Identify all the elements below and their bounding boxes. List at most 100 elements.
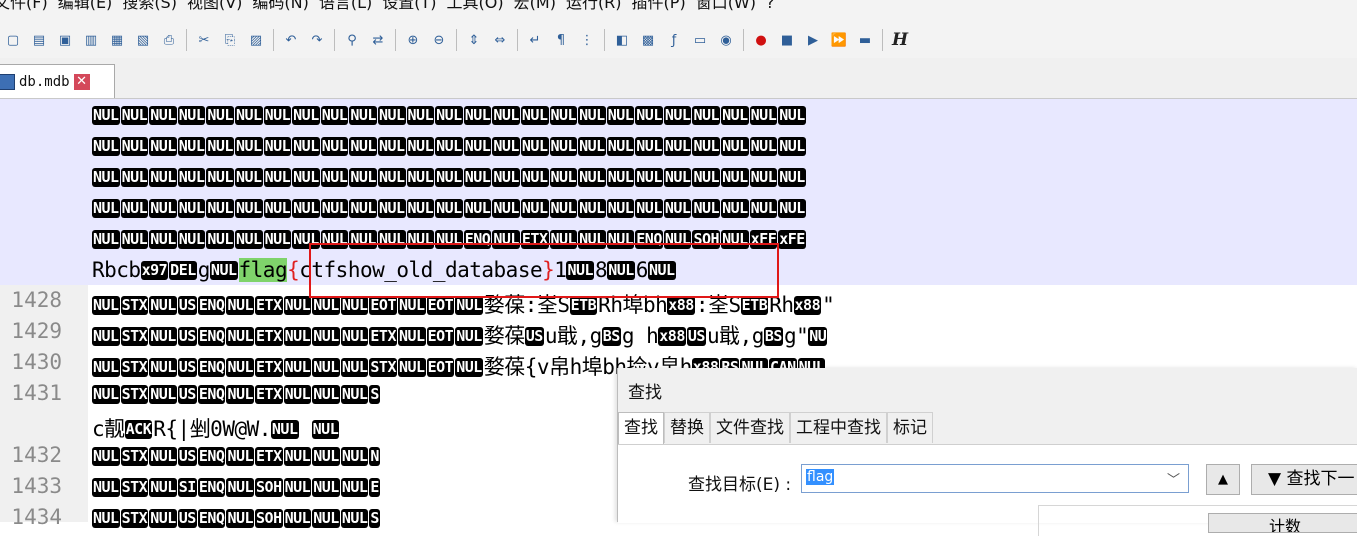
menu-item-12[interactable]: ? [766, 0, 785, 16]
control-char-badge: US [177, 358, 197, 377]
menu-item-8[interactable]: 宏(M) [514, 0, 566, 16]
save-macro-icon[interactable]: ▬ [855, 30, 875, 50]
control-char-badge: S [369, 385, 380, 404]
menu-item-7[interactable]: 工具(O) [447, 0, 514, 16]
line-text: :峑S [695, 293, 741, 317]
user-lang-icon[interactable]: ◧ [612, 30, 632, 50]
control-char-badge: NUL [177, 199, 206, 218]
control-char-badge: NUL [455, 296, 483, 315]
control-char-badge: ENQ [197, 385, 226, 404]
tab-db-mdb[interactable]: db.mdb ✕ [0, 64, 115, 98]
control-char-badge: NUL [312, 509, 340, 528]
find-tab-2[interactable]: 文件查找 [710, 412, 790, 443]
play-macro-icon[interactable]: ▶ [803, 30, 823, 50]
control-char-badge: NUL [92, 385, 120, 404]
control-char-badge: US [177, 327, 197, 346]
editor-line: NUL NUL NUL NUL NUL NUL NUL NUL NUL NUL NUL NUL NUL N… [0, 130, 1357, 161]
menu-item-6[interactable]: 设置(T) [382, 0, 446, 16]
line-content: NUL NUL NUL NUL NUL NUL NUL NUL NUL NUL NUL NUL NUL N… [92, 165, 807, 189]
toolbar: ▢ ▤ ▣ ▥ ▦ ▧ ⎙ ✂ ⎘ ▨ ↶ ↷ ⚲ ⇄ ⊕ ⊖ ⇕ ⇔ ↵ ¶ ⋮ ◧ ▩ ƒ ▭ ◉ ● ■ ▶ ⏩ ▬ H [0, 22, 1357, 58]
save-icon[interactable]: ▣ [55, 30, 75, 50]
sync-horizontal-icon[interactable]: ⇔ [490, 30, 510, 50]
zoom-out-icon[interactable]: ⊖ [429, 30, 449, 50]
control-char-badge: NUL [270, 420, 299, 439]
control-char-badge: NUL [778, 199, 806, 218]
control-char-badge: NUL [778, 168, 806, 187]
tab-close-icon[interactable]: ✕ [73, 73, 90, 90]
record-macro-icon[interactable]: ● [751, 30, 771, 50]
close-all-icon[interactable]: ▧ [133, 30, 153, 50]
stop-macro-icon[interactable]: ■ [777, 30, 797, 50]
word-wrap-icon[interactable]: ↵ [525, 30, 545, 50]
control-char-badge: NUL [377, 230, 406, 249]
control-char-badge: NUL [340, 509, 369, 528]
sync-vertical-icon[interactable]: ⇕ [464, 30, 484, 50]
menu-item-5[interactable]: 语言(L) [319, 0, 382, 16]
paste-icon[interactable]: ▨ [246, 30, 266, 50]
close-icon[interactable]: ▦ [107, 30, 127, 50]
menu-item-4[interactable]: 编码(N) [252, 0, 318, 16]
redo-icon[interactable]: ↷ [307, 30, 327, 50]
open-file-icon[interactable]: ▤ [29, 30, 49, 50]
control-char-badge: NUL [263, 230, 292, 249]
copy-icon[interactable]: ⎘ [220, 30, 240, 50]
doc-map-icon[interactable]: ▩ [638, 30, 658, 50]
control-char-badge: EOT [369, 296, 397, 315]
menu-item-0[interactable]: 文件(F) [0, 0, 58, 16]
find-tab-1[interactable]: 替换 [664, 412, 710, 443]
folder-workspace-icon[interactable]: ▭ [690, 30, 710, 50]
indent-guide-icon[interactable]: ⋮ [577, 30, 597, 50]
chevron-down-icon[interactable]: ﹀ [1167, 469, 1180, 488]
control-char-badge: NUL [566, 261, 595, 280]
function-list-icon[interactable]: ƒ [664, 30, 684, 50]
control-char-badge: NUL [349, 106, 377, 125]
undo-icon[interactable]: ↶ [281, 30, 301, 50]
menu-item-2[interactable]: 搜索(S) [122, 0, 187, 16]
monitoring-icon[interactable]: ◉ [716, 30, 736, 50]
cut-icon[interactable]: ✂ [194, 30, 214, 50]
control-char-badge: NUL [283, 385, 312, 404]
menu-item-11[interactable]: 窗口(W) [696, 0, 766, 16]
menu-item-10[interactable]: 插件(P) [632, 0, 696, 16]
find-tab-3[interactable]: 工程中查找 [790, 412, 887, 443]
find-tab-0[interactable]: 查找 [618, 412, 664, 444]
control-char-badge: STX [120, 358, 149, 377]
print-icon[interactable]: ⎙ [159, 30, 179, 50]
menu-item-3[interactable]: 视图(V) [187, 0, 252, 16]
line-text: u戢,g [706, 324, 764, 348]
control-char-badge: ETX [369, 327, 397, 346]
toolbar-separator [882, 29, 883, 51]
save-all-icon[interactable]: ▥ [81, 30, 101, 50]
control-char-badge: NUL [349, 168, 377, 187]
find-target-input[interactable]: flag ﹀ [801, 464, 1189, 493]
control-char-badge: NUL [149, 478, 177, 497]
find-tab-4[interactable]: 标记 [887, 412, 933, 443]
control-char-badge: ENQ [197, 327, 226, 346]
control-char-badge: NUL [263, 106, 292, 125]
find-next-button[interactable]: ▼ 查找下一 [1251, 464, 1357, 495]
control-char-badge: NUL [320, 199, 349, 218]
control-char-badge: NUL [263, 199, 292, 218]
new-file-icon[interactable]: ▢ [3, 30, 23, 50]
control-char-badge: NUL [206, 199, 234, 218]
show-all-chars-icon[interactable]: ¶ [551, 30, 571, 50]
count-button[interactable]: 计数 [1208, 513, 1357, 533]
find-icon[interactable]: ⚲ [342, 30, 362, 50]
control-char-badge: NUL [206, 106, 234, 125]
control-char-badge: NUL [492, 106, 520, 125]
hex-editor-icon[interactable]: H [890, 30, 910, 50]
line-number: 1429 [11, 319, 62, 343]
replace-icon[interactable]: ⇄ [368, 30, 388, 50]
control-char-badge: NUL [292, 137, 320, 156]
zoom-in-icon[interactable]: ⊕ [403, 30, 423, 50]
menu-item-9[interactable]: 运行(R) [566, 0, 632, 16]
run-macro-multiple-icon[interactable]: ⏩ [829, 30, 849, 50]
control-char-badge: NUL [492, 199, 520, 218]
menu-item-1[interactable]: 编辑(E) [58, 0, 123, 16]
control-char-badge: NUL [435, 137, 463, 156]
control-char-badge: EOT [426, 327, 455, 346]
find-previous-button[interactable]: ▲ [1206, 464, 1240, 495]
control-char-badge: ETB [740, 296, 769, 315]
control-char-badge: NUL [406, 106, 435, 125]
control-char-badge: NUL [692, 106, 721, 125]
